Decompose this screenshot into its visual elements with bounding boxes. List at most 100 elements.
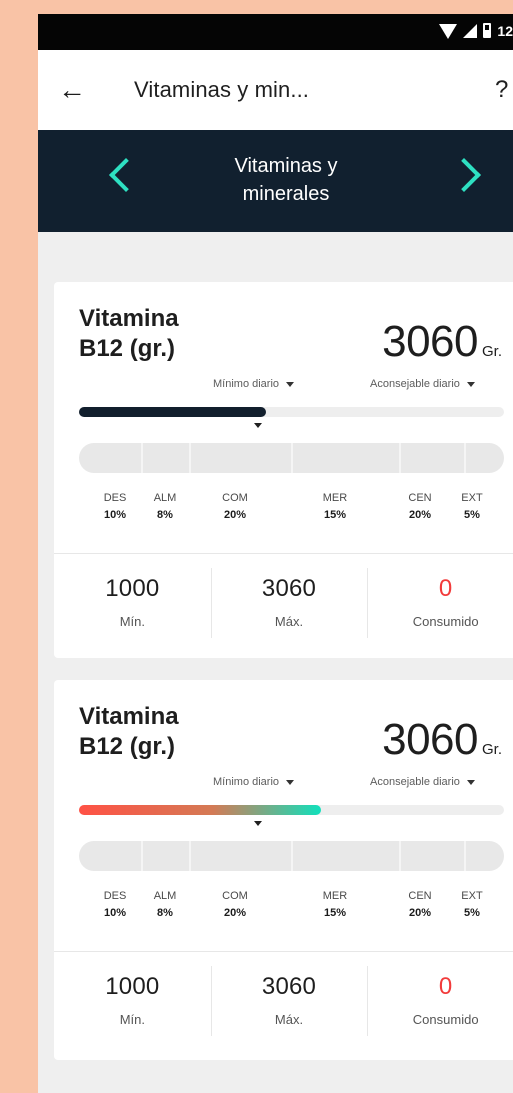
min-stat-value: 1000 [105, 575, 160, 602]
consumed-stat-value: 0 [438, 575, 453, 602]
daily-progress-fill [79, 407, 266, 417]
consumed-stat-label: Consumido [412, 614, 479, 629]
max-stat: 3060 Máx. [210, 952, 368, 1056]
min-stat: 1000 Mín. [54, 952, 211, 1056]
help-icon[interactable]: ? [495, 76, 513, 104]
signal-icon [463, 23, 478, 38]
meal-name: CEN [408, 492, 432, 504]
meal-label-des: DES 10% [91, 888, 139, 922]
nutrient-list: Vitamina B12 (gr.) 3060 Gr. Mínimo diari… [38, 232, 513, 1092]
nutrient-card: Vitamina B12 (gr.) 3060 Gr. Mínimo diari… [54, 680, 513, 1060]
min-daily-selector[interactable]: Mínimo diario [213, 776, 295, 788]
meal-segment-alm [143, 443, 191, 473]
chevron-down-icon [286, 381, 295, 387]
advised-daily-selector[interactable]: Aconsejable diario [370, 378, 475, 390]
meal-percent: 5% [464, 907, 480, 919]
nutrient-card-summary: Vitamina B12 (gr.) 3060 Gr. Mínimo diari… [54, 282, 513, 554]
max-stat-value: 3060 [261, 575, 317, 602]
meal-label-des: DES 10% [91, 490, 139, 524]
wifi-icon [439, 24, 458, 39]
meal-name: DES [103, 890, 127, 902]
chevron-down-icon [466, 779, 475, 785]
meal-name: CEN [408, 890, 432, 902]
meal-distribution-bar [79, 443, 504, 473]
meal-segment-des [79, 443, 143, 473]
consumed-stat-value: 0 [438, 973, 453, 1000]
meal-name: DES [103, 492, 127, 504]
chevron-down-icon [466, 381, 475, 387]
category-title-line-2: minerales [242, 183, 330, 205]
meal-segment-des [79, 841, 143, 871]
nutrient-amount-value: 3060 [382, 317, 478, 366]
nutrient-card-summary: Vitamina B12 (gr.) 3060 Gr. Mínimo diari… [54, 680, 513, 952]
meal-percent: 8% [157, 907, 173, 919]
meal-distribution-bar [79, 841, 504, 871]
meal-name: ALM [153, 492, 177, 504]
meal-name: MER [322, 890, 348, 902]
nutrient-amount: 3060 Gr. [382, 320, 502, 364]
min-daily-marker-icon [254, 423, 262, 428]
status-icons: 12 [439, 22, 513, 39]
meal-percent: 15% [323, 509, 347, 521]
min-stat-label: Mín. [119, 1012, 145, 1027]
meal-labels: DES 10% ALM 8% COM 20% MER 15% CEN 20% E… [54, 888, 513, 938]
min-stat-value: 1000 [105, 973, 160, 1000]
consumed-stat: 0 Consumido [367, 952, 513, 1056]
consumed-stat: 0 Consumido [367, 554, 513, 658]
advised-daily-label: Aconsejable diario [370, 776, 460, 788]
next-category-chevron-icon[interactable] [447, 158, 481, 192]
meal-label-mer: MER 15% [311, 490, 359, 524]
advised-daily-selector[interactable]: Aconsejable diario [370, 776, 475, 788]
meal-label-mer: MER 15% [311, 888, 359, 922]
meal-label-cen: CEN 20% [396, 490, 444, 524]
nutrient-name-line-1: Vitamina [79, 305, 179, 332]
meal-label-cen: CEN 20% [396, 888, 444, 922]
meal-segment-com [191, 841, 293, 871]
meal-label-ext: EXT 5% [448, 490, 496, 524]
meal-percent: 8% [157, 509, 173, 521]
meal-segment-alm [143, 841, 191, 871]
nutrient-amount: 3060 Gr. [382, 718, 502, 762]
meal-labels: DES 10% ALM 8% COM 20% MER 15% CEN 20% E… [54, 490, 513, 540]
meal-name: MER [322, 492, 348, 504]
meal-percent: 20% [408, 509, 432, 521]
status-time: 12 [497, 22, 513, 39]
meal-label-com: COM 20% [211, 490, 259, 524]
back-arrow-icon[interactable]: ← [38, 76, 106, 104]
nutrient-stats: 1000 Mín. 3060 Máx. 0 Consumido [54, 952, 513, 1056]
meal-name: ALM [153, 890, 177, 902]
meal-label-ext: EXT 5% [448, 888, 496, 922]
meal-percent: 20% [223, 907, 247, 919]
nutrient-name-line-2: B12 (gr.) [79, 335, 176, 362]
page-title: Vitaminas y min... [134, 77, 310, 102]
category-title: Vitaminas y minerales [206, 152, 366, 208]
nutrient-stats: 1000 Mín. 3060 Máx. 0 Consumido [54, 554, 513, 658]
max-stat-label: Máx. [274, 614, 304, 629]
meal-percent: 15% [323, 907, 347, 919]
chevron-down-icon [286, 779, 295, 785]
min-daily-label: Mínimo diario [213, 378, 280, 390]
consumed-stat-label: Consumido [412, 1012, 479, 1027]
meal-segment-cen [401, 841, 466, 871]
nutrient-amount-unit: Gr. [481, 343, 502, 360]
min-stat-label: Mín. [119, 614, 145, 629]
daily-progress-bar [79, 407, 504, 417]
meal-name: COM [222, 492, 248, 504]
meal-segment-ext [466, 841, 504, 871]
meal-name: EXT [461, 492, 483, 504]
nutrient-name: Vitamina B12 (gr.) [79, 702, 219, 762]
status-bar: 12 [38, 14, 513, 50]
nutrient-card: Vitamina B12 (gr.) 3060 Gr. Mínimo diari… [54, 282, 513, 658]
advised-daily-label: Aconsejable diario [370, 378, 460, 390]
meal-label-alm: ALM 8% [141, 490, 189, 524]
category-title-line-1: Vitaminas y [234, 155, 338, 177]
max-stat-value: 3060 [261, 973, 317, 1000]
meal-label-com: COM 20% [211, 888, 259, 922]
meal-percent: 5% [464, 509, 480, 521]
meal-segment-mer [293, 841, 401, 871]
phone-screen: 12 ← Vitaminas y min... ? Vitaminas y mi… [38, 14, 513, 1093]
previous-category-chevron-icon[interactable] [109, 158, 143, 192]
min-daily-selector[interactable]: Mínimo diario [213, 378, 295, 390]
nutrient-name: Vitamina B12 (gr.) [79, 304, 219, 364]
meal-label-alm: ALM 8% [141, 888, 189, 922]
